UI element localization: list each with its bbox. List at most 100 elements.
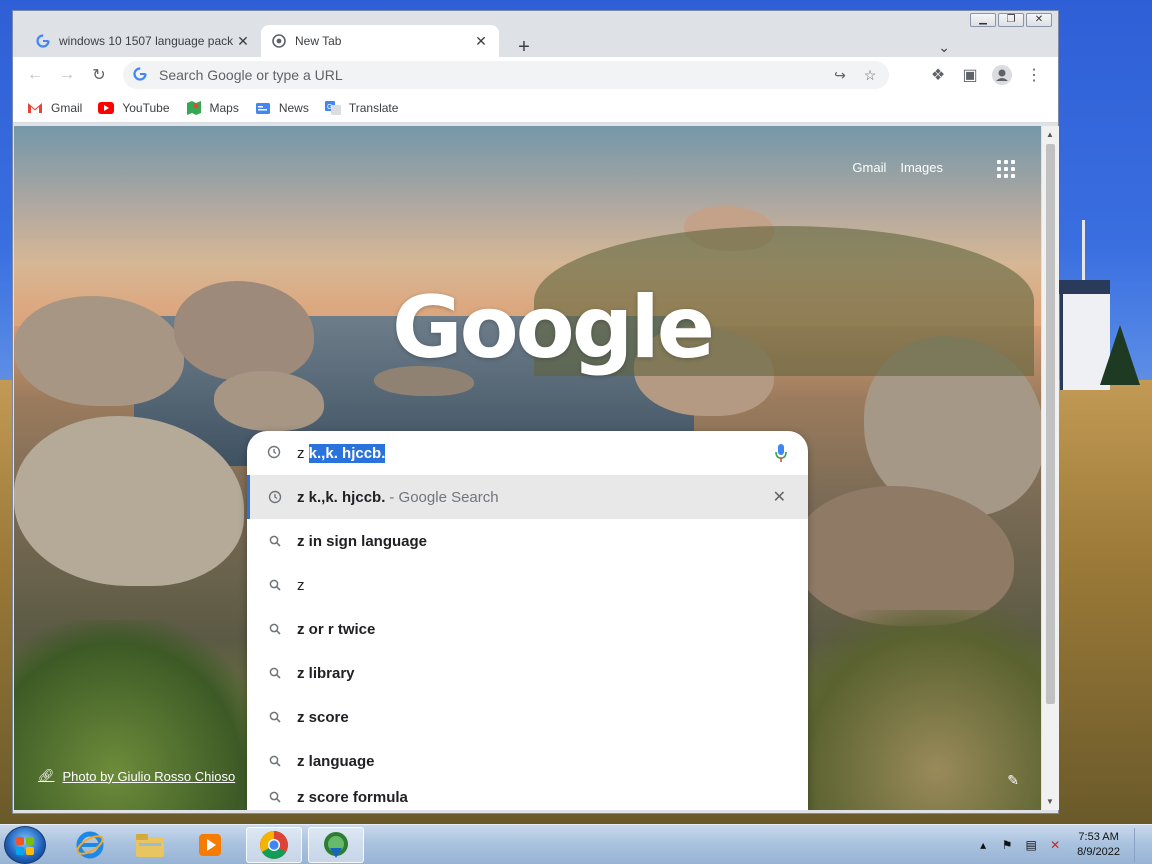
omnibox[interactable]: Search Google or type a URL ↪ ☆: [123, 61, 889, 89]
share-icon[interactable]: ↪: [829, 64, 851, 86]
suggestion-text: z in sign language: [297, 532, 428, 550]
tab-title: New Tab: [295, 34, 342, 48]
search-icon: [267, 753, 283, 769]
reload-icon[interactable]: ↻: [87, 63, 111, 87]
tab-search-chevron-icon[interactable]: ⌄: [938, 39, 950, 56]
windows-taskbar: ▴ ⚑ ▤ ✕ 7:53 AM 8/9/2022: [0, 824, 1152, 864]
wallpaper-roof: [1058, 280, 1110, 294]
search-icon: [267, 577, 283, 593]
translate-icon: G: [324, 100, 341, 115]
scroll-thumb[interactable]: [1046, 144, 1055, 704]
page-scrollbar[interactable]: ▲ ▼: [1042, 126, 1059, 810]
close-tab-icon[interactable]: ✕: [235, 33, 251, 50]
new-tab-button[interactable]: +: [513, 37, 535, 59]
suggestion-item[interactable]: z library: [247, 651, 808, 695]
search-icon: [267, 709, 283, 725]
bookmark-label: Maps: [209, 100, 239, 115]
search-icon: [267, 533, 283, 549]
forward-arrow-icon[interactable]: →: [55, 63, 79, 87]
history-icon: [267, 489, 283, 505]
suggestion-text: z k.,k. hjccb.: [297, 488, 386, 506]
suggestion-extra: - Google Search: [389, 488, 499, 506]
microphone-icon[interactable]: [774, 443, 788, 463]
suggestion-item-history[interactable]: z k.,k. hjccb. - Google Search ✕: [247, 475, 808, 519]
suggestion-item[interactable]: z: [247, 563, 808, 607]
omnibox-placeholder[interactable]: Search Google or type a URL: [159, 67, 829, 83]
suggestion-text: z: [297, 576, 305, 594]
media-player-icon[interactable]: [182, 827, 238, 863]
suggestion-text: z score: [297, 708, 349, 726]
gmail-icon: [27, 101, 43, 115]
clock-date: 8/9/2022: [1077, 846, 1120, 858]
bookmark-label: YouTube: [122, 100, 170, 115]
new-tab-page: Gmail Images Google z k.,k. hjccb. z k.,…: [14, 126, 1041, 810]
search-icon: [267, 621, 283, 637]
close-tab-icon[interactable]: ✕: [473, 33, 489, 50]
search-typed-text: z: [297, 444, 309, 462]
tab-search-result[interactable]: windows 10 1507 language pack ✕: [25, 25, 261, 57]
network-icon[interactable]: ▤: [1023, 837, 1039, 853]
show-hidden-icons-icon[interactable]: ▴: [975, 837, 991, 853]
scroll-down-icon[interactable]: ▼: [1046, 797, 1054, 806]
search-suggestions-dropdown: z k.,k. hjccb. z k.,k. hjccb. - Google S…: [247, 431, 808, 810]
tab-title: windows 10 1507 language pack: [59, 34, 234, 48]
star-icon[interactable]: ☆: [859, 64, 881, 86]
images-link[interactable]: Images: [900, 160, 943, 175]
toolbar: ← → ↻ Search Google or type a URL ↪ ☆ ❖ …: [13, 57, 1058, 93]
maps-icon: [186, 100, 202, 115]
bookmark-youtube[interactable]: YouTube: [98, 100, 170, 115]
google-links: Gmail Images: [852, 160, 943, 175]
action-center-flag-icon[interactable]: ⚑: [999, 837, 1015, 853]
bookmark-translate[interactable]: G Translate: [324, 100, 399, 115]
suggestion-text: z library: [297, 664, 355, 682]
bookmark-maps[interactable]: Maps: [186, 100, 239, 115]
suggestion-item[interactable]: z language: [247, 739, 808, 783]
gmail-link[interactable]: Gmail: [852, 160, 886, 175]
system-tray: ▴ ⚑ ▤ ✕ 7:53 AM 8/9/2022: [975, 828, 1144, 862]
bookmark-news[interactable]: News: [255, 101, 309, 115]
clock[interactable]: 7:53 AM 8/9/2022: [1077, 830, 1120, 860]
clock-time: 7:53 AM: [1078, 831, 1119, 843]
idm-icon[interactable]: [308, 827, 364, 863]
google-g-icon: [35, 33, 51, 49]
search-icon: [267, 665, 283, 681]
tab-strip: windows 10 1507 language pack ✕ New Tab …: [13, 21, 1058, 57]
search-icon: [267, 789, 283, 805]
suggestion-text: z language: [297, 752, 375, 770]
bookmark-label: Translate: [348, 100, 399, 115]
volume-muted-icon[interactable]: ✕: [1047, 837, 1063, 853]
youtube-icon: [98, 101, 115, 115]
tab-new-tab[interactable]: New Tab ✕: [261, 25, 499, 57]
google-apps-icon[interactable]: [997, 160, 1015, 178]
suggestion-text: z score formula: [297, 788, 408, 806]
suggestion-item[interactable]: z in sign language: [247, 519, 808, 563]
back-arrow-icon[interactable]: ←: [23, 63, 47, 87]
side-panel-icon[interactable]: ▣: [958, 63, 982, 87]
photo-credit-link[interactable]: 🔗︎ Photo by Giulio Rosso Chioso: [38, 768, 235, 784]
bookmark-gmail[interactable]: Gmail: [27, 101, 82, 115]
google-g-icon: [133, 67, 149, 83]
svg-text:G: G: [327, 104, 332, 111]
chrome-icon: [271, 33, 287, 49]
chrome-icon[interactable]: [246, 827, 302, 863]
start-orb[interactable]: [4, 826, 46, 864]
search-input[interactable]: z k.,k. hjccb.: [247, 431, 808, 475]
kebab-menu-icon[interactable]: ⋮: [1022, 63, 1046, 87]
scroll-up-icon[interactable]: ▲: [1046, 130, 1054, 139]
bookmark-label: News: [278, 100, 309, 115]
puzzle-icon[interactable]: ❖: [926, 63, 950, 87]
wallpaper-tree: [1100, 325, 1140, 385]
profile-icon[interactable]: [990, 63, 1014, 87]
suggestion-text: z or r twice: [297, 620, 376, 638]
suggestion-item[interactable]: z or r twice: [247, 607, 808, 651]
link-icon: 🔗︎: [38, 768, 55, 783]
suggestion-item[interactable]: z score formula: [247, 783, 808, 810]
pencil-icon[interactable]: ✎: [1007, 772, 1019, 789]
remove-suggestion-icon[interactable]: ✕: [773, 487, 786, 507]
bookmark-label: Gmail: [51, 100, 83, 115]
file-explorer-icon[interactable]: [122, 827, 178, 863]
show-desktop-button[interactable]: [1134, 828, 1144, 862]
suggestion-item[interactable]: z score: [247, 695, 808, 739]
internet-explorer-icon[interactable]: [62, 827, 118, 863]
news-icon: [255, 101, 271, 115]
